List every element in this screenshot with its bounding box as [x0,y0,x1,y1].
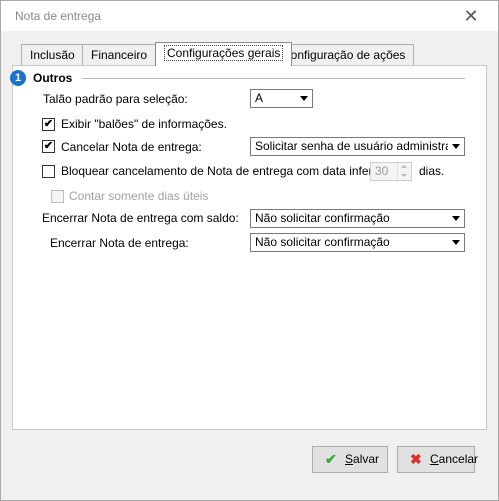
x-icon: ✖ [410,451,422,467]
encerrar-value: Não solicitar confirmação [255,235,390,249]
cancelar-nota-checkbox[interactable]: ✔ [42,140,55,153]
contar-uteis-label: Contar somente dias úteis [69,189,209,203]
bloquear-label: Bloquear cancelamento de Nota de entrega… [61,164,400,178]
section-divider [82,78,465,79]
dias-suffix: dias. [419,164,445,178]
tab-label: Configurações gerais [164,45,284,61]
tab-label: Financeiro [91,48,148,62]
chevron-down-icon [452,144,460,149]
section-number-badge: 1 [10,70,26,86]
tab-configuracao-acoes[interactable]: Configuração de ações [273,44,415,66]
title-bar: Nota de entrega ✕ [1,1,498,31]
encerrar-label: Encerrar Nota de entrega: [50,236,189,250]
window-title: Nota de entrega [15,9,102,23]
cancelar-nota-value: Solicitar senha de usuário administrador [255,139,448,153]
chevron-down-icon [452,240,460,245]
exibir-baloes-checkbox[interactable]: ✔ [42,118,55,131]
spin-up-icon[interactable] [397,163,411,171]
dias-value: 30 [375,164,389,178]
encerrar-saldo-label: Encerrar Nota de entrega com saldo: [42,211,239,225]
encerrar-saldo-select[interactable]: Não solicitar confirmação [250,209,465,228]
cancelar-nota-label: Cancelar Nota de entrega: [61,140,202,154]
cancelar-label: Cancelar [430,452,479,466]
bloquear-checkbox[interactable] [42,165,55,178]
talao-label: Talão padrão para seleção: [43,92,188,106]
salvar-button[interactable]: ✔ Salvar [312,446,388,473]
tab-inclusao[interactable]: Inclusão [21,44,84,66]
section-title: Outros [33,71,73,85]
chevron-down-icon [300,96,308,101]
tab-label: Configuração de ações [282,48,406,62]
cancelar-button[interactable]: ✖ Cancelar [397,446,479,473]
cancelar-nota-select[interactable]: Solicitar senha de usuário administrador [250,137,465,156]
talao-value: A [255,91,264,105]
tab-label: Inclusão [30,48,75,62]
tab-financeiro[interactable]: Financeiro [82,44,157,66]
encerrar-select[interactable]: Não solicitar confirmação [250,233,465,252]
spin-down-icon[interactable] [397,171,411,179]
close-icon[interactable]: ✕ [460,5,482,27]
exibir-baloes-label: Exibir "balões" de informações. [61,117,227,131]
contar-uteis-checkbox [51,190,64,203]
encerrar-saldo-value: Não solicitar confirmação [255,211,390,225]
salvar-label: Salvar [345,452,380,466]
tab-configuracoes-gerais[interactable]: Configurações gerais [155,42,293,66]
dias-spinner[interactable]: 30 [370,162,412,181]
check-icon: ✔ [325,451,337,467]
talao-select[interactable]: A [250,89,313,108]
chevron-down-icon [452,216,460,221]
